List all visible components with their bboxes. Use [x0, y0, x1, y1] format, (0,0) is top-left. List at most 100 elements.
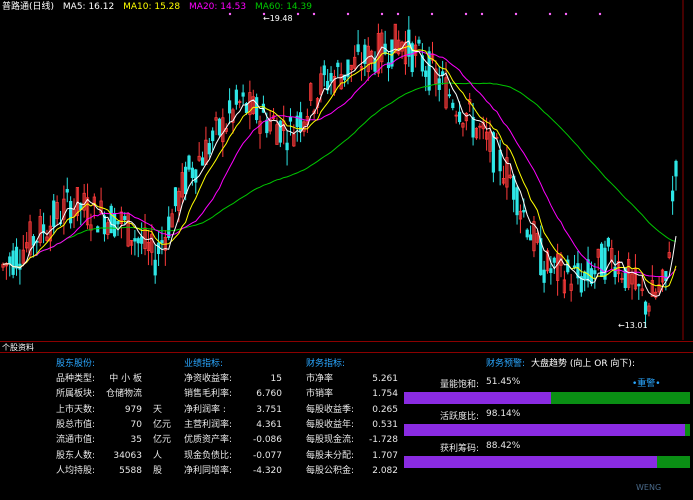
- candle-down: [599, 243, 604, 277]
- candle-down: [424, 70, 428, 77]
- shareholder-unit: 亿元: [153, 435, 172, 446]
- performance-value: 4.361: [256, 419, 282, 430]
- candle-down: [549, 268, 553, 273]
- signal-marker: [430, 12, 434, 16]
- shareholder-row: 股总市值: 70 亿元: [56, 418, 171, 433]
- candle-down: [102, 215, 107, 235]
- signal-marker: [548, 12, 552, 16]
- candle-down: [173, 187, 178, 207]
- candle-down: [528, 234, 533, 241]
- candle-down: [525, 229, 529, 238]
- financial-label: 市销率: [306, 389, 334, 400]
- financial-value: 5.261: [372, 374, 398, 384]
- performance-row: 优质资产率: -0.086: [184, 433, 282, 448]
- financial-row: 每股公积金: 2.082: [306, 464, 398, 479]
- signal-marker: [380, 12, 384, 16]
- candle-down: [552, 257, 556, 263]
- financial-row: 每股未分配: 1.707: [306, 449, 398, 464]
- financial-row: 市净率 5.261: [306, 372, 398, 387]
- signal-marker: [514, 12, 518, 16]
- price-chart-svg[interactable]: [0, 0, 693, 340]
- shareholder-unit: 亿元: [153, 419, 172, 430]
- financial-row: 每股现金流: -1.728: [306, 433, 398, 448]
- candle-down: [116, 220, 120, 225]
- candle-down: [255, 97, 259, 121]
- performance-label: 净利同增率:: [184, 465, 233, 476]
- signal-marker: [228, 12, 232, 16]
- financial-row: 市销率 1.754: [306, 387, 398, 402]
- ma20-label: MA20: 14.53: [189, 2, 247, 12]
- candle-down: [603, 247, 607, 280]
- performance-label: 净利润率 :: [184, 404, 226, 415]
- candle-down: [336, 62, 340, 68]
- candle-down: [234, 89, 238, 105]
- signal-marker: [296, 12, 300, 16]
- low-price-label: ←13.01: [618, 321, 648, 330]
- candle-down: [542, 269, 546, 283]
- performance-value: -4.320: [252, 465, 282, 476]
- signal-marker: [480, 12, 484, 16]
- candle-down: [491, 132, 495, 173]
- warning-bar-label: 活跃度比:: [440, 412, 480, 422]
- financial-title: 财务指标:: [306, 359, 346, 369]
- candle-down: [572, 265, 577, 268]
- shareholder-label: 股总市值:: [56, 419, 96, 430]
- candle-down: [207, 143, 211, 155]
- ma10-label: MA10: 15.28: [123, 2, 181, 12]
- warning-bar-label: 获利筹码:: [440, 444, 480, 454]
- shareholder-value: 仓储物流: [105, 389, 142, 400]
- candlestick-chart[interactable]: 普路通(日线) MA5: 16.12 MA10: 15.28 MA20: 14.…: [0, 0, 693, 340]
- financial-value: 0.531: [372, 419, 398, 430]
- candle-down: [593, 270, 597, 275]
- performance-row: 主营利润率: 4.361: [184, 418, 282, 433]
- candle-down: [217, 118, 222, 136]
- candle-down: [109, 205, 113, 234]
- performance-row: 销售毛利率: 6.760: [184, 387, 282, 402]
- shareholder-unit: 天: [153, 404, 163, 415]
- performance-value: 6.760: [256, 389, 282, 400]
- warning-bar-fill: [404, 424, 685, 436]
- financial-value: -1.728: [368, 435, 398, 446]
- warning-bar-fill: [404, 456, 657, 468]
- high-price-label: ←19.48: [263, 14, 293, 23]
- candle-down: [227, 100, 232, 114]
- candle-down: [96, 226, 100, 233]
- candle-down: [522, 210, 526, 213]
- shareholder-row: 上市天数: 979 天: [56, 403, 166, 418]
- warning-bar-track: [404, 456, 690, 468]
- candle-down: [184, 166, 188, 195]
- stock-title: 普路通(日线): [2, 2, 55, 12]
- financial-label: 每股收益年:: [306, 419, 355, 430]
- candle-down: [14, 246, 19, 269]
- financial-row: 每股收益年: 0.531: [306, 418, 398, 433]
- financial-label: 每股收益季:: [306, 404, 355, 415]
- financial-value: 2.082: [372, 465, 398, 476]
- warning-bar-value: 88.42%: [486, 441, 521, 451]
- shareholder-unit: 股: [153, 465, 163, 476]
- candle-down: [8, 256, 12, 265]
- shareholder-value: 34063: [113, 450, 142, 461]
- shareholder-label: 上市天数:: [56, 404, 96, 415]
- candle-down: [643, 301, 648, 315]
- shareholder-row: 所属板块: 仓储物流: [56, 387, 166, 402]
- candle-down: [674, 160, 678, 177]
- candle-down: [200, 157, 205, 166]
- shareholder-row: 人均持股: 5588 股: [56, 464, 166, 479]
- shareholder-value: 35: [130, 435, 142, 446]
- financial-label: 每股现金流:: [306, 435, 355, 446]
- panel-title: 个股资料: [0, 341, 693, 352]
- ma10-line: [2, 45, 677, 288]
- candle-down: [190, 167, 194, 179]
- candle-down: [322, 65, 326, 76]
- candle-down: [187, 155, 191, 170]
- ma5-label: MA5: 16.12: [62, 2, 115, 12]
- warning-title: 财务预警:: [486, 359, 526, 369]
- warning-badge[interactable]: •重警•: [632, 376, 661, 389]
- chart-header: 普路通(日线) MA5: 16.12 MA10: 15.28 MA20: 14.…: [2, 2, 318, 13]
- warning-bar-track: [404, 424, 690, 436]
- shareholder-value: 70: [130, 419, 142, 430]
- warning-bar-value: 51.45%: [486, 377, 521, 387]
- ma5-line: [2, 40, 677, 297]
- performance-row: 净利润率 : 3.751: [184, 403, 282, 418]
- shareholder-value: 5588: [119, 465, 142, 476]
